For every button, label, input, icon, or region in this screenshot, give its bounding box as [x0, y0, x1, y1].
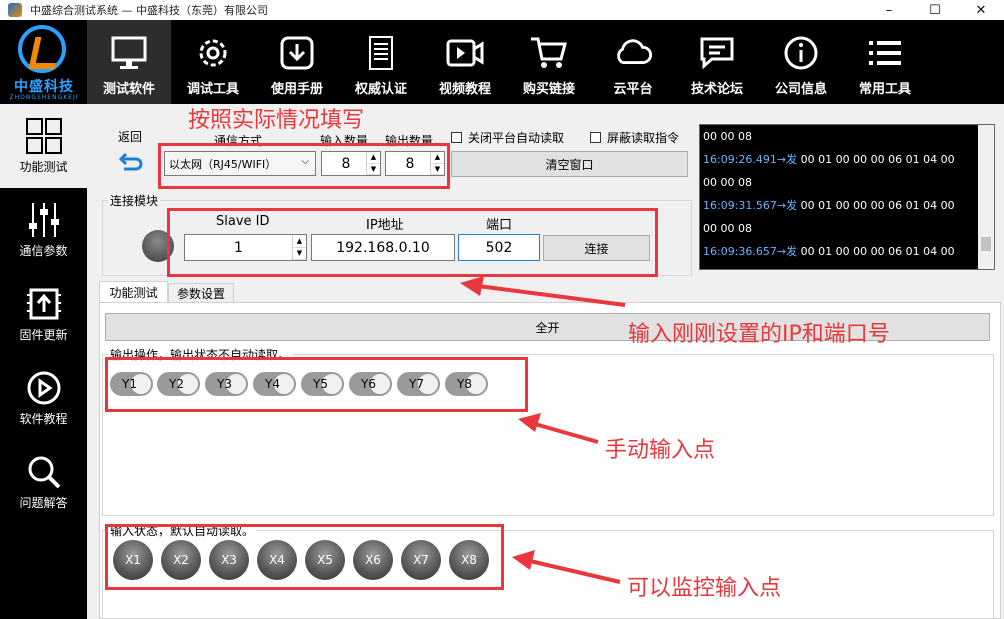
annotation-arrows [460, 276, 626, 584]
